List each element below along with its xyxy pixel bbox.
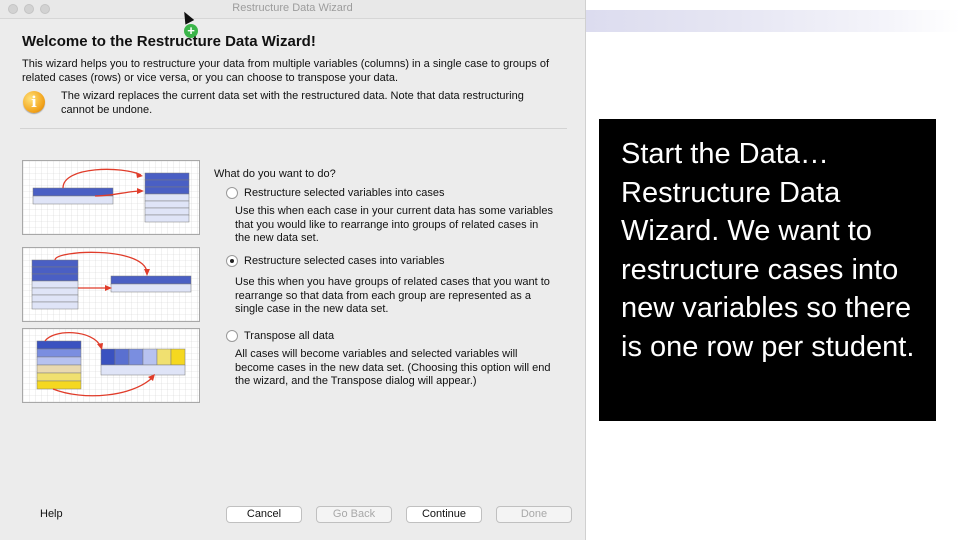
radio-transpose[interactable] xyxy=(226,330,238,342)
slide-note-box: Start the Data…Restructure Data Wizard. … xyxy=(599,119,936,421)
cancel-button[interactable]: Cancel xyxy=(226,506,302,523)
wizard-heading: Welcome to the Restructure Data Wizard! xyxy=(22,33,316,50)
done-button[interactable]: Done xyxy=(496,506,572,523)
option-transpose[interactable]: Transpose all data xyxy=(226,330,334,342)
option-label: Restructure selected variables into case… xyxy=(244,187,445,199)
option-label: Restructure selected cases into variable… xyxy=(244,255,445,267)
title-bar[interactable]: Restructure Data Wizard xyxy=(0,0,585,19)
help-button[interactable]: Help xyxy=(40,508,63,520)
wizard-intro-text: This wizard helps you to restructure you… xyxy=(22,58,550,84)
info-icon: i xyxy=(23,91,45,113)
radio-variables-to-cases[interactable] xyxy=(226,187,238,199)
option-description: Use this when you have groups of related… xyxy=(235,276,550,315)
window-title: Restructure Data Wizard xyxy=(232,2,353,14)
transpose-illustration xyxy=(22,328,200,403)
option-label: Transpose all data xyxy=(244,330,335,342)
slide-header-banner xyxy=(586,10,960,32)
option-description: Use this when each case in your current … xyxy=(235,205,553,244)
question-label: What do you want to do? xyxy=(214,168,336,180)
option-description: All cases will become variables and sele… xyxy=(235,348,551,387)
restructure-wizard-window: Restructure Data Wizard + Welcome to the… xyxy=(0,0,586,540)
option-variables-to-cases[interactable]: Restructure selected variables into case… xyxy=(226,187,445,199)
continue-button[interactable]: Continue xyxy=(406,506,482,523)
warning-text: The wizard replaces the current data set… xyxy=(61,90,524,116)
variables-to-cases-illustration xyxy=(22,160,200,235)
cases-to-variables-illustration xyxy=(22,247,200,322)
radio-cases-to-variables[interactable] xyxy=(226,255,238,267)
divider xyxy=(20,128,567,129)
go-back-button[interactable]: Go Back xyxy=(316,506,392,523)
option-cases-to-variables[interactable]: Restructure selected cases into variable… xyxy=(226,255,445,267)
